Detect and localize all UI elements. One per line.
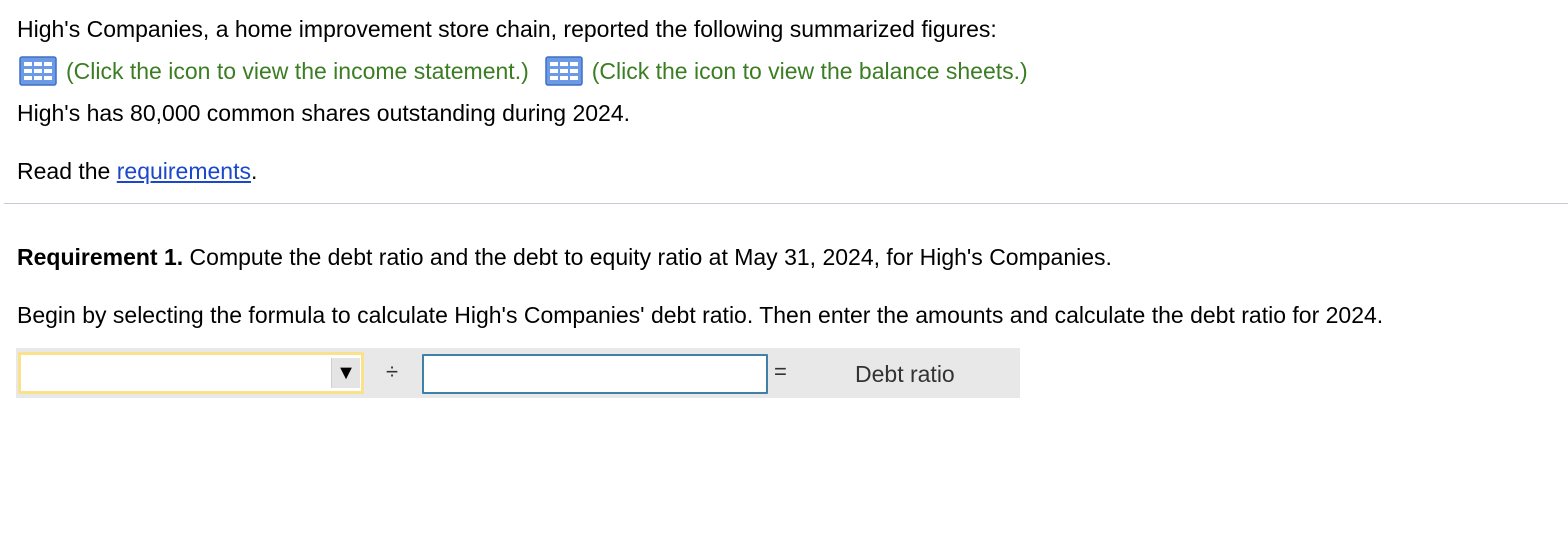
requirement-1-body: Compute the debt ratio and the debt to e… bbox=[183, 244, 1112, 270]
statement-links-row: (Click the icon to view the income state… bbox=[19, 56, 1028, 86]
intro-text: High's Companies, a home improvement sto… bbox=[17, 16, 997, 42]
debt-ratio-label: Debt ratio bbox=[855, 361, 955, 387]
balance-sheets-link[interactable]: (Click the icon to view the balance shee… bbox=[545, 56, 1028, 86]
requirements-link[interactable]: requirements bbox=[117, 158, 251, 184]
requirement-1-text: Requirement 1. Compute the debt ratio an… bbox=[17, 243, 1112, 271]
dropdown-arrow-icon[interactable]: ▼ bbox=[331, 358, 360, 388]
read-requirements-prefix: Read the bbox=[17, 158, 117, 184]
debt-ratio-formula-row: ▼ ÷ = Debt ratio bbox=[16, 348, 1020, 398]
formula-denominator-input[interactable] bbox=[422, 354, 768, 394]
shares-outstanding-text: High's has 80,000 common shares outstand… bbox=[17, 100, 631, 126]
formula-numerator-select[interactable]: ▼ bbox=[18, 352, 364, 394]
divide-symbol: ÷ bbox=[386, 359, 399, 384]
income-statement-link-text[interactable]: (Click the icon to view the income state… bbox=[66, 57, 529, 85]
income-statement-link[interactable]: (Click the icon to view the income state… bbox=[19, 56, 529, 86]
read-requirements-suffix: . bbox=[250, 158, 258, 184]
section-divider bbox=[4, 203, 1568, 204]
read-requirements-line: Read the requirements. bbox=[17, 157, 257, 185]
requirement-1-label: Requirement 1. bbox=[17, 244, 184, 270]
table-grid-icon[interactable] bbox=[19, 56, 57, 86]
balance-sheets-link-text[interactable]: (Click the icon to view the balance shee… bbox=[592, 57, 1028, 85]
table-grid-icon[interactable] bbox=[545, 56, 583, 86]
instruction-text: Begin by selecting the formula to calcul… bbox=[17, 302, 1384, 328]
equals-symbol: = bbox=[774, 359, 787, 384]
